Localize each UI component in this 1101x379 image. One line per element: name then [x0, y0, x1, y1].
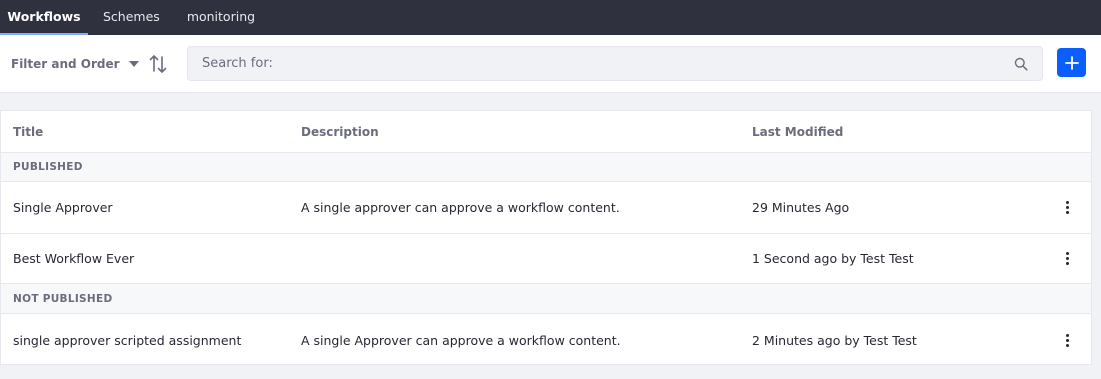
workflow-table: Title Description Last Modified PUBLISHE…	[0, 110, 1092, 365]
sort-order-button[interactable]	[148, 53, 168, 75]
tab-monitoring[interactable]: monitoring	[175, 0, 267, 33]
column-header-title[interactable]: Title	[13, 111, 43, 152]
plus-icon	[1064, 55, 1079, 70]
tab-workflows[interactable]: Workflows	[0, 0, 88, 35]
column-header-last-modified[interactable]: Last Modified	[752, 111, 843, 152]
row-title: single approver scripted assignment	[13, 332, 242, 348]
row-title: Single Approver	[13, 200, 113, 215]
row-description: A single Approver can approve a workflow…	[301, 332, 621, 348]
tab-schemes[interactable]: Schemes	[91, 0, 172, 33]
row-actions-kebab-icon[interactable]	[1059, 249, 1075, 267]
search-box	[187, 46, 1043, 81]
row-description: A single approver can approve a workflow…	[301, 200, 620, 215]
group-header-not-published: NOT PUBLISHED	[1, 284, 1091, 314]
table-row[interactable]: Best Workflow Ever 1 Second ago by Test …	[1, 233, 1091, 284]
group-label: PUBLISHED	[13, 161, 83, 173]
row-last-modified: 2 Minutes ago by Test Test	[752, 332, 917, 348]
add-workflow-button[interactable]	[1057, 48, 1086, 77]
group-label: NOT PUBLISHED	[13, 292, 113, 305]
filter-and-order-label: Filter and Order	[11, 57, 120, 71]
search-icon[interactable]	[1014, 57, 1028, 71]
table-row[interactable]: Single Approver A single approver can ap…	[1, 182, 1091, 234]
management-toolbar: Filter and Order	[0, 35, 1101, 93]
table-header-row: Title Description Last Modified	[1, 111, 1091, 153]
top-navigation: Workflows Schemes monitoring	[0, 0, 1101, 35]
row-actions-kebab-icon[interactable]	[1059, 331, 1075, 349]
sort-arrows-icon	[149, 55, 167, 73]
search-input[interactable]	[188, 47, 988, 80]
column-header-description[interactable]: Description	[301, 111, 379, 152]
caret-down-icon	[128, 61, 139, 67]
row-title: Best Workflow Ever	[13, 250, 135, 266]
row-last-modified: 29 Minutes Ago	[752, 200, 850, 215]
row-last-modified: 1 Second ago by Test Test	[752, 250, 914, 266]
filter-and-order-dropdown[interactable]: Filter and Order	[11, 53, 139, 75]
table-row[interactable]: single approver scripted assignment A si…	[1, 314, 1091, 366]
row-actions-kebab-icon[interactable]	[1059, 199, 1075, 217]
group-header-published: PUBLISHED	[1, 153, 1091, 182]
